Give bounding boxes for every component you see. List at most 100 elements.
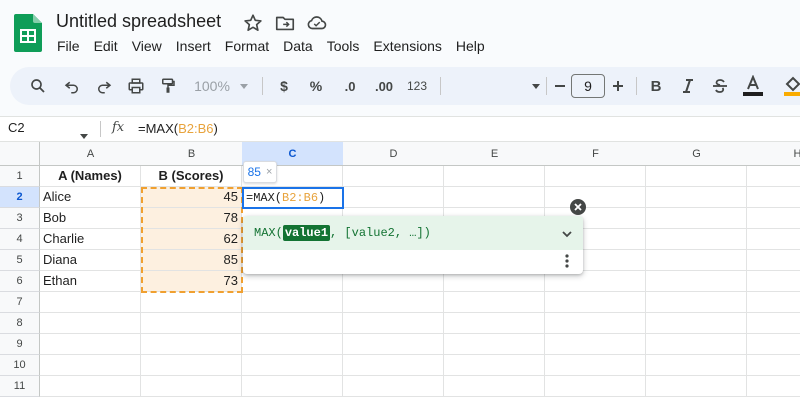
- grid-cell[interactable]: [646, 376, 747, 397]
- bold-button[interactable]: B: [644, 67, 668, 105]
- grid-cell[interactable]: [545, 334, 646, 355]
- increase-font-size-icon[interactable]: [608, 67, 628, 105]
- grid-cell[interactable]: [747, 376, 800, 397]
- fill-color-icon[interactable]: [782, 67, 800, 105]
- font-size-input[interactable]: 9: [571, 74, 605, 98]
- grid-cell[interactable]: [747, 334, 800, 355]
- row-header-6[interactable]: 6: [0, 271, 40, 292]
- preview-close-icon[interactable]: ×: [266, 166, 272, 178]
- grid-cell[interactable]: [747, 292, 800, 313]
- grid-cell[interactable]: [343, 376, 444, 397]
- grid-cell[interactable]: [545, 376, 646, 397]
- search-menus-icon[interactable]: [24, 67, 52, 105]
- grid-cell[interactable]: [747, 208, 800, 229]
- grid-cell[interactable]: [444, 334, 545, 355]
- more-vertical-icon[interactable]: [565, 254, 569, 273]
- name-box[interactable]: C2: [8, 120, 25, 135]
- grid-cell[interactable]: [40, 292, 141, 313]
- header-cell[interactable]: A (Names): [40, 166, 141, 187]
- grid-cell[interactable]: [141, 376, 242, 397]
- grid-cell[interactable]: [747, 166, 800, 187]
- name-cell[interactable]: Diana: [40, 250, 141, 271]
- column-header-d[interactable]: D: [343, 142, 445, 166]
- grid-cell[interactable]: [242, 313, 343, 334]
- grid-cell[interactable]: [40, 376, 141, 397]
- star-icon[interactable]: [242, 12, 264, 34]
- column-header-e[interactable]: E: [444, 142, 546, 166]
- grid-cell[interactable]: [343, 271, 444, 292]
- row-header-10[interactable]: 10: [0, 355, 40, 376]
- grid-cell[interactable]: [40, 355, 141, 376]
- document-title[interactable]: Untitled spreadsheet: [56, 11, 221, 32]
- grid-cell[interactable]: [646, 229, 747, 250]
- grid-cell[interactable]: [40, 313, 141, 334]
- score-cell[interactable]: 78: [141, 208, 242, 229]
- menu-file[interactable]: File: [50, 36, 87, 58]
- row-header-4[interactable]: 4: [0, 229, 40, 250]
- name-cell[interactable]: Alice: [40, 187, 141, 208]
- column-header-b[interactable]: B: [141, 142, 243, 166]
- name-cell[interactable]: Ethan: [40, 271, 141, 292]
- column-header-g[interactable]: G: [646, 142, 748, 166]
- grid-cell[interactable]: [343, 313, 444, 334]
- strikethrough-icon[interactable]: [708, 67, 732, 105]
- grid-cell[interactable]: [646, 292, 747, 313]
- paint-format-icon[interactable]: [154, 67, 182, 105]
- grid-cell[interactable]: [646, 313, 747, 334]
- grid-cell[interactable]: [343, 334, 444, 355]
- grid-cell[interactable]: [444, 313, 545, 334]
- grid-cell[interactable]: [545, 166, 646, 187]
- grid-cell[interactable]: [343, 355, 444, 376]
- grid-cell[interactable]: [747, 250, 800, 271]
- active-cell-editor[interactable]: =MAX(B2:B6): [242, 187, 344, 209]
- grid-cell[interactable]: [343, 187, 444, 208]
- grid-cell[interactable]: [646, 250, 747, 271]
- row-header-9[interactable]: 9: [0, 334, 40, 355]
- grid-cell[interactable]: [444, 187, 545, 208]
- redo-icon[interactable]: [90, 67, 118, 105]
- row-header-1[interactable]: 1: [0, 166, 40, 187]
- grid-cell[interactable]: [40, 334, 141, 355]
- grid-cell[interactable]: [444, 292, 545, 313]
- grid-cell[interactable]: [545, 355, 646, 376]
- grid-cell[interactable]: [747, 271, 800, 292]
- percent-format-button[interactable]: %: [304, 67, 328, 105]
- score-cell[interactable]: 62: [141, 229, 242, 250]
- score-cell[interactable]: 73: [141, 271, 242, 292]
- grid-cell[interactable]: [141, 292, 242, 313]
- grid-cell[interactable]: [242, 376, 343, 397]
- sheets-logo[interactable]: [14, 14, 42, 52]
- menu-data[interactable]: Data: [276, 36, 320, 58]
- formula-input[interactable]: =MAX(B2:B6): [138, 121, 218, 136]
- menu-help[interactable]: Help: [449, 36, 492, 58]
- row-header-3[interactable]: 3: [0, 208, 40, 229]
- menu-insert[interactable]: Insert: [169, 36, 218, 58]
- grid-cell[interactable]: [242, 334, 343, 355]
- grid-cell[interactable]: [646, 355, 747, 376]
- grid-cell[interactable]: [646, 334, 747, 355]
- grid-cell[interactable]: [242, 292, 343, 313]
- grid-cell[interactable]: [444, 166, 545, 187]
- row-header-7[interactable]: 7: [0, 292, 40, 313]
- grid-cell[interactable]: [545, 292, 646, 313]
- menu-format[interactable]: Format: [218, 36, 276, 58]
- row-header-11[interactable]: 11: [0, 376, 40, 397]
- grid-cell[interactable]: [646, 187, 747, 208]
- score-cell[interactable]: 45: [141, 187, 242, 208]
- more-formats-button[interactable]: 123: [402, 67, 432, 105]
- grid-cell[interactable]: [545, 187, 646, 208]
- header-cell[interactable]: B (Scores): [141, 166, 242, 187]
- grid-cell[interactable]: [343, 292, 444, 313]
- row-header-2[interactable]: 2: [0, 187, 40, 208]
- name-cell[interactable]: Bob: [40, 208, 141, 229]
- grid-cell[interactable]: [444, 376, 545, 397]
- grid-cell[interactable]: [545, 313, 646, 334]
- font-family-select[interactable]: [450, 67, 540, 105]
- function-signature[interactable]: MAX(value1, [value2, …]): [243, 216, 583, 250]
- grid-cell[interactable]: [242, 271, 343, 292]
- row-header-5[interactable]: 5: [0, 250, 40, 271]
- decrease-font-size-icon[interactable]: [550, 67, 570, 105]
- grid-cell[interactable]: [747, 187, 800, 208]
- grid-cell[interactable]: [747, 229, 800, 250]
- name-cell[interactable]: Charlie: [40, 229, 141, 250]
